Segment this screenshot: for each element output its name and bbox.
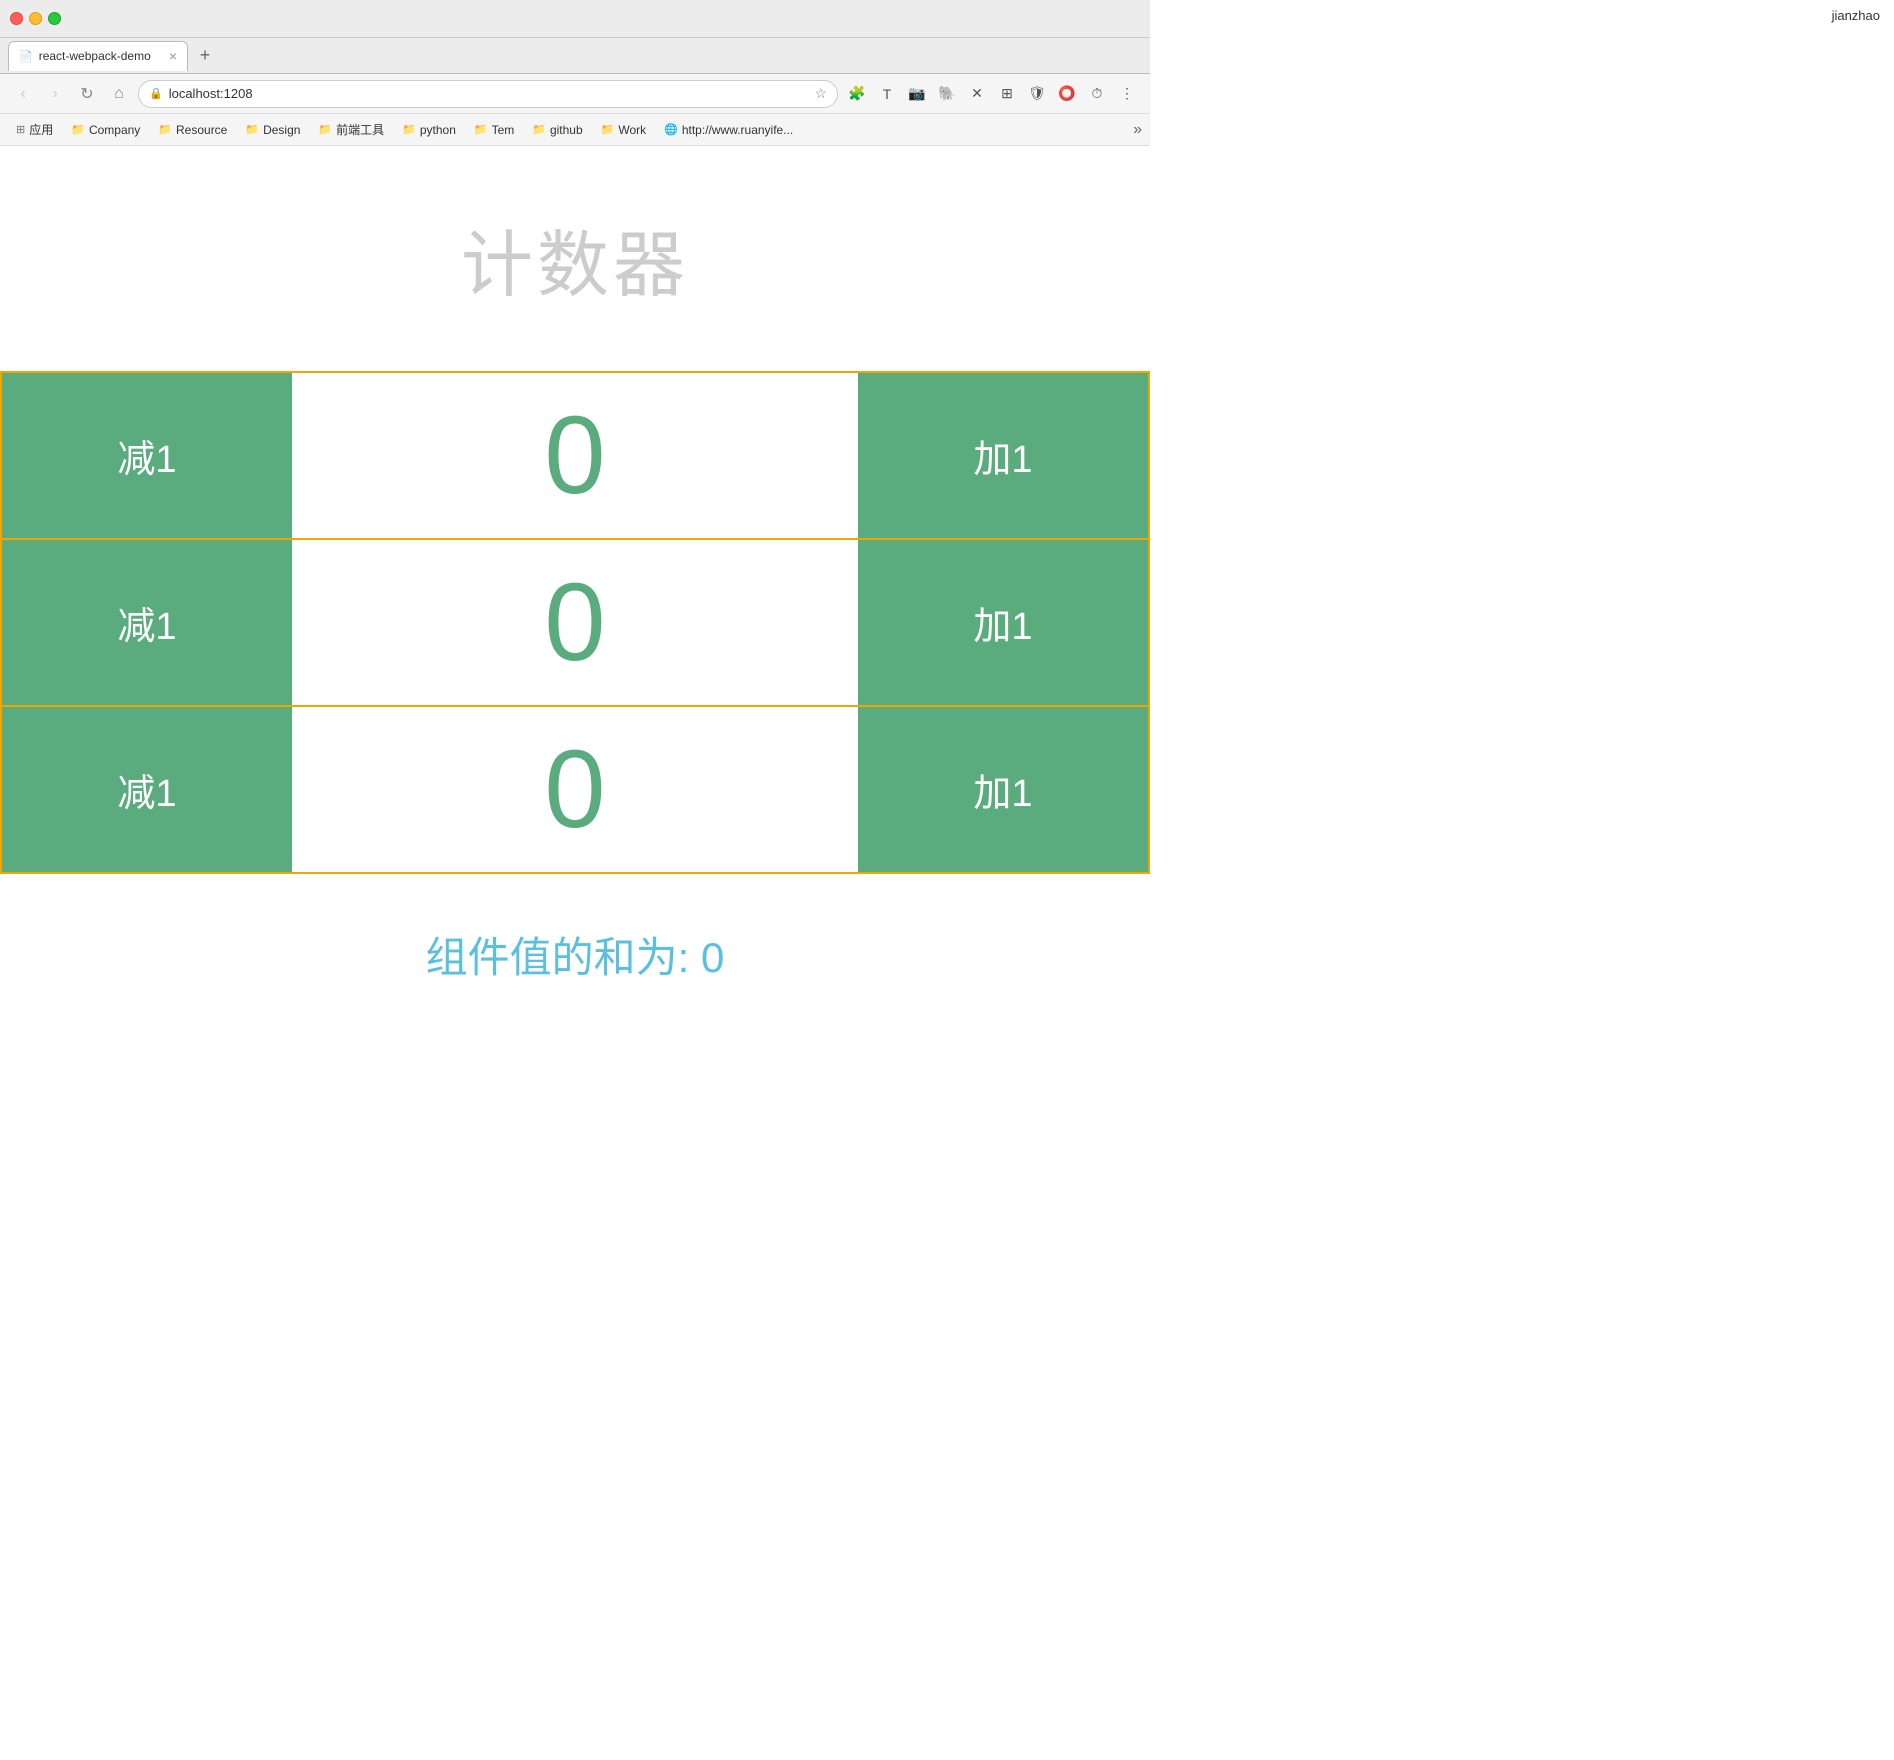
folder-icon: 📁 [601, 123, 615, 136]
qr-icon[interactable]: ⊞ [994, 81, 1020, 107]
counter-value-cell: 0 [292, 540, 858, 705]
tab-favicon-icon: 📄 [19, 50, 33, 63]
counter-row: 减1 0 加1 [2, 373, 1148, 540]
close-window-button[interactable] [10, 12, 23, 25]
increment-button[interactable]: 加1 [858, 373, 1148, 538]
close-icon[interactable]: ✕ [964, 81, 990, 107]
address-input[interactable] [169, 86, 809, 101]
bookmarks-more-button[interactable]: » [1133, 121, 1142, 139]
counter-row: 减1 0 加1 [2, 540, 1148, 707]
address-input-wrap: 🔒 ☆ [138, 80, 838, 108]
counter-value: 0 [544, 568, 605, 678]
counter-table: 减1 0 加1 减1 0 加1 减1 0 加1 [0, 371, 1150, 874]
bookmark-item[interactable]: 📁 Company [63, 120, 148, 140]
counter-row: 减1 0 加1 [2, 707, 1148, 872]
tab-bar: 📄 react-webpack-demo × + [0, 38, 1150, 74]
bookmark-label: Company [89, 123, 140, 137]
minimize-window-button[interactable] [29, 12, 42, 25]
home-button[interactable]: ⌂ [106, 81, 132, 107]
bookmark-item[interactable]: 📁Work [593, 120, 654, 140]
increment-button[interactable]: 加1 [858, 540, 1148, 705]
user-name: jianzhao [1832, 8, 1880, 23]
bookmark-label: 应用 [29, 121, 53, 138]
screenshot-icon[interactable]: 📷 [904, 81, 930, 107]
folder-icon: 📁 [474, 123, 488, 136]
traffic-lights [10, 12, 61, 25]
bookmark-item[interactable]: 📁 python [394, 120, 464, 140]
bookmark-label: Design [263, 123, 300, 137]
bookmark-label: 前端工具 [336, 121, 384, 138]
folder-icon: 📁 [71, 123, 85, 136]
counter-value-cell: 0 [292, 707, 858, 872]
bookmark-label: Tem [492, 123, 515, 137]
back-button[interactable]: ‹ [10, 81, 36, 107]
decrement-button[interactable]: 减1 [2, 373, 292, 538]
toolbar-icons: 🧩 T 📷 🐘 ✕ ⊞ 🛡 ⭕ ⏱ ⋮ [844, 81, 1140, 107]
forward-button[interactable]: › [42, 81, 68, 107]
folder-icon: 📁 [318, 123, 332, 136]
bookmark-item[interactable]: 📁 Resource [150, 120, 235, 140]
counter-value: 0 [544, 735, 605, 845]
menu-icon[interactable]: ⋮ [1114, 81, 1140, 107]
bookmark-label: github [550, 123, 583, 137]
bookmark-star-icon[interactable]: ☆ [814, 85, 827, 102]
sum-line: 组件值的和为: 0 [426, 924, 725, 985]
ublock-icon[interactable]: 🛡 [1024, 81, 1050, 107]
active-tab[interactable]: 📄 react-webpack-demo × [8, 41, 188, 71]
decrement-button[interactable]: 减1 [2, 707, 292, 872]
page-title: 计数器 [461, 206, 689, 311]
folder-icon: 📁 [245, 123, 259, 136]
increment-button[interactable]: 加1 [858, 707, 1148, 872]
fullscreen-window-button[interactable] [48, 12, 61, 25]
bookmark-item[interactable]: 📁 Design [237, 120, 308, 140]
folder-icon: 📁 [402, 123, 416, 136]
counter-value: 0 [544, 401, 605, 511]
title-bar: jianzhao [0, 0, 1150, 38]
bookmark-label: python [420, 123, 456, 137]
bookmark-item[interactable]: 📁 前端工具 [310, 118, 392, 141]
reload-button[interactable]: ↻ [74, 81, 100, 107]
bookmark-item[interactable]: 📁 Tem [466, 120, 522, 140]
evernote-icon[interactable]: 🐘 [934, 81, 960, 107]
translate-icon[interactable]: T [874, 81, 900, 107]
address-bar: ‹ › ↻ ⌂ 🔒 ☆ 🧩 T 📷 🐘 ✕ ⊞ 🛡 ⭕ ⏱ ⋮ [0, 74, 1150, 114]
folder-icon: 📁 [158, 123, 172, 136]
bookmark-item[interactable]: 📁 github [524, 120, 590, 140]
tab-title: react-webpack-demo [39, 49, 163, 63]
bookmark-item[interactable]: ⊞ 应用 [8, 118, 61, 141]
folder-icon: ⊞ [16, 123, 25, 136]
new-tab-button[interactable]: + [192, 43, 218, 69]
counter-value-cell: 0 [292, 373, 858, 538]
tab-close-icon[interactable]: × [169, 48, 177, 64]
bookmarks-bar: ⊞应用📁Company📁Resource📁Design📁前端工具📁python📁… [0, 114, 1150, 146]
bookmark-label: Work [618, 123, 646, 137]
page-content: 计数器 减1 0 加1 减1 0 加1 减1 0 加1 组件值的和为: 0 [0, 146, 1150, 1025]
extensions-icon[interactable]: 🧩 [844, 81, 870, 107]
bookmark-label: http://www.ruanyife... [682, 123, 793, 137]
folder-icon: 🌐 [664, 123, 678, 136]
lastpass-icon[interactable]: ⏱ [1084, 81, 1110, 107]
decrement-button[interactable]: 减1 [2, 540, 292, 705]
privacy-icon[interactable]: ⭕ [1054, 81, 1080, 107]
bookmark-label: Resource [176, 123, 227, 137]
folder-icon: 📁 [532, 123, 546, 136]
bookmark-item[interactable]: 🌐 http://www.ruanyife... [656, 120, 801, 140]
lock-icon: 🔒 [149, 87, 163, 100]
